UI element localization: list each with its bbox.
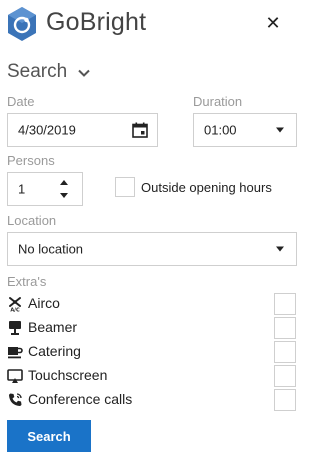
date-value: 4/30/2019 [18,122,76,138]
decrement-icon[interactable] [60,193,68,198]
search-button[interactable]: Search [7,420,91,452]
extra-item-label: Catering [28,343,81,359]
svg-text:A/C: A/C [10,308,20,313]
persons-label: Persons [7,153,55,168]
touchscreen-checkbox[interactable] [274,365,296,387]
extra-item-label: Conference calls [28,391,133,407]
airco-checkbox[interactable] [274,293,296,315]
search-toggle-label: Search [7,61,68,83]
close-icon[interactable]: ✕ [265,13,281,34]
caret-down-icon [276,127,284,133]
catering-checkbox[interactable] [274,341,296,363]
airco-icon: A/C [7,296,23,314]
extra-item-label: Airco [28,295,60,311]
persons-value: 1 [18,181,26,197]
date-input[interactable]: 4/30/2019 [7,113,158,147]
gobright-logo-icon [6,6,38,42]
caret-down-icon [276,246,284,252]
outside-hours-checkbox[interactable] [115,177,135,197]
persons-stepper[interactable]: 1 [7,172,83,206]
phone-icon [7,392,23,408]
calendar-icon[interactable] [132,122,148,138]
beamer-checkbox[interactable] [274,317,296,339]
projector-icon [7,320,23,336]
app-brand-name: GoBright [46,8,147,36]
duration-select[interactable]: 01:00 [193,113,297,147]
coffee-cup-icon [7,344,23,360]
duration-value: 01:00 [204,122,237,138]
chevron-down-icon [78,61,91,83]
outside-hours-label: Outside opening hours [141,180,272,195]
extra-item-label: Beamer [28,319,78,335]
date-label: Date [7,94,35,109]
increment-icon[interactable] [60,180,68,185]
extras-label: Extra's [7,274,47,289]
search-panel-toggle[interactable]: Search [7,61,91,83]
location-select[interactable]: No location [7,232,297,266]
duration-label: Duration [193,94,243,109]
location-value: No location [18,241,84,257]
touchscreen-icon [7,368,23,384]
location-label: Location [7,213,57,228]
extra-item-label: Touchscreen [28,367,108,383]
conference-calls-checkbox[interactable] [274,389,296,411]
